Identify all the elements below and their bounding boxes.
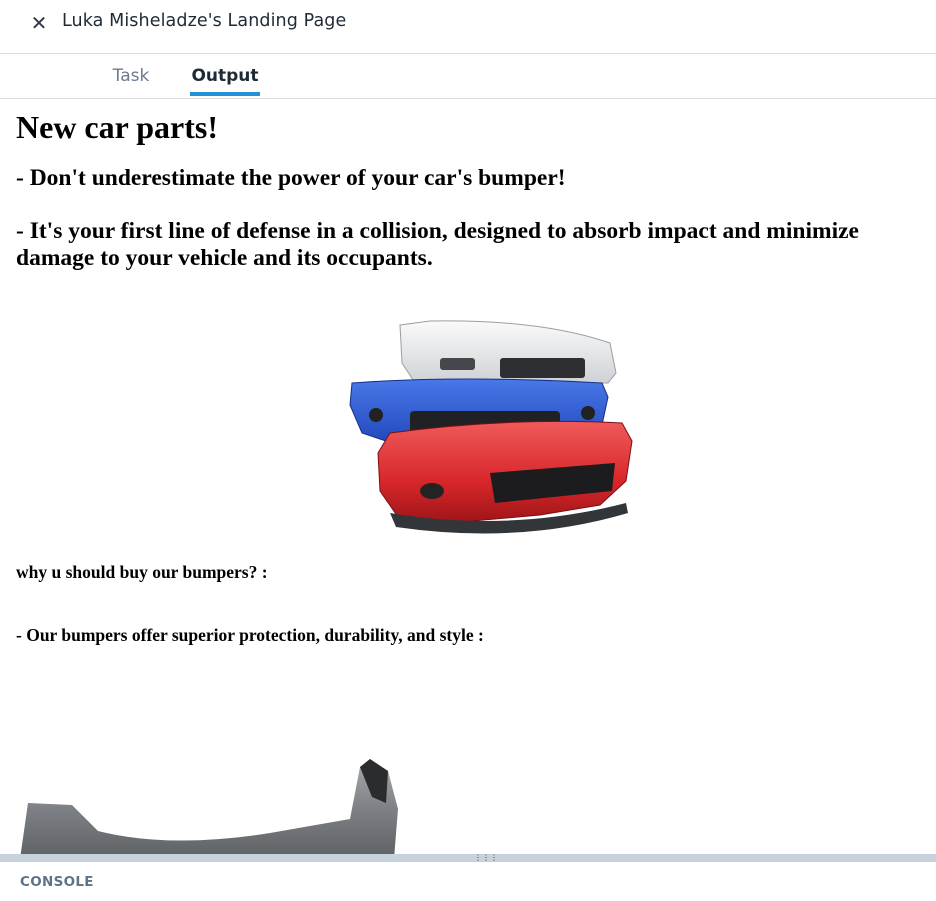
tab-bar: Task Output — [0, 54, 936, 99]
close-icon[interactable]: ✕ — [26, 10, 52, 36]
console-toggle[interactable]: CONSOLE — [20, 874, 94, 890]
top-bar: ✕ Luka Misheladze's Landing Page — [0, 0, 936, 54]
resize-grip-icon[interactable]: ⋮⋮⋮ — [474, 854, 498, 862]
panel-resize-handle[interactable] — [0, 854, 936, 862]
page-title: Luka Misheladze's Landing Page — [62, 11, 347, 31]
tab-task[interactable]: Task — [104, 54, 158, 98]
output-heading: New car parts! — [16, 109, 219, 145]
stacked-bumpers-image — [349, 320, 633, 534]
active-tab-indicator — [190, 92, 260, 96]
output-panel[interactable]: New car parts! - Don't underestimate the… — [0, 99, 936, 854]
gray-bumper-image — [20, 759, 398, 854]
output-paragraph-2: - Our bumpers offer superior protection,… — [16, 625, 484, 645]
output-paragraph-1: why u should buy our bumpers? : — [16, 562, 268, 582]
console-bar: CONSOLE — [0, 862, 936, 901]
output-subheading-2: - It's your first line of defense in a c… — [16, 218, 859, 271]
output-subheading-1: - Don't underestimate the power of your … — [16, 165, 566, 191]
